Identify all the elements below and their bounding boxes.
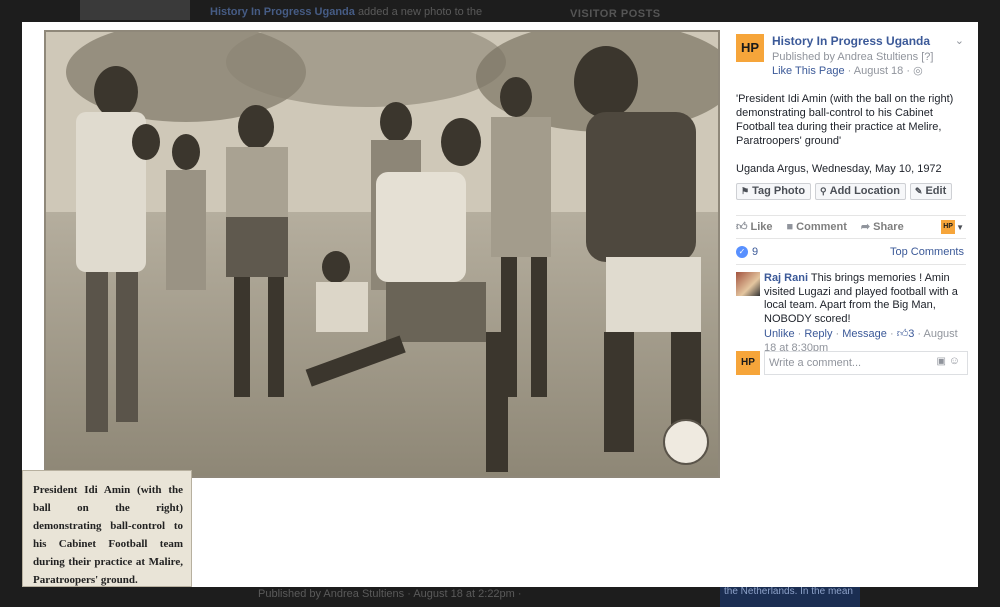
thumbs-up-icon: 👍︎ <box>896 328 909 340</box>
commenter-name[interactable]: Raj Rani <box>764 272 808 284</box>
newspaper-caption: President Idi Amin (with the ball on the… <box>22 470 192 587</box>
photo[interactable]: President Idi Amin (with the ball on the… <box>22 17 736 587</box>
share-label: Share <box>873 221 904 233</box>
pencil-icon: ✎ <box>914 186 923 196</box>
write-comment: HP Write a comment... ▣ ☺ <box>736 351 968 375</box>
post-meta: Like This Page · August 18 · ◎ <box>772 64 923 77</box>
thumbs-up-icon: 👍︎ <box>736 221 748 233</box>
location-pin-icon: ⚲ <box>820 186 827 196</box>
reaction-count: 9 <box>752 246 759 258</box>
like-button[interactable]: 👍︎ Like <box>736 220 773 233</box>
add-location-button[interactable]: ⚲ Add Location <box>815 183 906 200</box>
message-link[interactable]: Message <box>842 328 887 340</box>
commenter-avatar[interactable] <box>736 272 760 296</box>
post-as-selector[interactable]: HP ▼ <box>941 220 964 234</box>
page-name-link[interactable]: History In Progress Uganda <box>772 34 930 48</box>
comment-like-count: 3 <box>908 328 915 340</box>
help-icon[interactable]: [?] <box>921 51 933 63</box>
background-visitor-posts-heading: VISITOR POSTS <box>570 8 661 20</box>
background-post-header: History In Progress Uganda added a new p… <box>210 6 483 18</box>
photo-sidebar: HP History In Progress Uganda Published … <box>730 22 978 587</box>
emoji-icon[interactable]: ☺ <box>949 355 960 367</box>
unlike-link[interactable]: Unlike <box>764 328 795 340</box>
post-date[interactable]: · August 18 · <box>848 65 910 77</box>
background-thumbnail <box>80 0 190 20</box>
caption-text: President Idi Amin (with the ball on the… <box>33 484 183 586</box>
like-label: Like <box>750 221 773 233</box>
published-by-text: Published by Andrea Stultiens <box>772 51 919 63</box>
caret-down-icon: ▼ <box>956 222 964 232</box>
edit-label: Edit <box>925 185 947 197</box>
reaction-summary[interactable]: ✓ 9 <box>736 246 758 258</box>
newspaper-photo <box>44 17 736 478</box>
photo-stage[interactable]: President Idi Amin (with the ball on the… <box>22 17 736 587</box>
background-visitor-post: the Netherlands. In the mean <box>720 585 860 607</box>
chevron-down-icon[interactable]: ⌄ <box>955 34 964 47</box>
comment-likes[interactable]: 👍︎3 <box>897 328 915 340</box>
post-header: HP History In Progress Uganda Published … <box>730 22 978 82</box>
add-location-label: Add Location <box>829 185 900 197</box>
comment-icon: ■ <box>786 220 794 233</box>
share-icon: ➦ <box>860 221 871 233</box>
edit-button[interactable]: ✎ Edit <box>909 183 953 200</box>
ufi-actions: 👍︎ Like ■ Comment ➦ Share <box>736 220 904 234</box>
like-reaction-icon: ✓ <box>736 246 748 258</box>
divider <box>736 238 966 239</box>
divider <box>736 264 966 265</box>
reply-link[interactable]: Reply <box>804 328 832 340</box>
background-post-meta: Published by Andrea Stultiens · August 1… <box>258 588 522 600</box>
football-practice-image <box>46 17 736 476</box>
post-paragraph: Uganda Argus, Wednesday, May 10, 1972 <box>736 163 942 175</box>
share-button[interactable]: ➦ Share <box>861 220 904 233</box>
post-paragraph: 'President Idi Amin (with the ball on th… <box>736 93 954 147</box>
comment-body: Raj Rani This brings memories ! Amin vis… <box>764 272 968 355</box>
comment-button[interactable]: ■ Comment <box>787 221 847 233</box>
camera-icon[interactable]: ▣ <box>937 356 946 367</box>
post-text: 'President Idi Amin (with the ball on th… <box>736 92 968 176</box>
page-avatar[interactable]: HP <box>736 34 764 62</box>
tag-icon: ⚑ <box>741 186 750 196</box>
published-by: Published by Andrea Stultiens [?] <box>772 51 933 63</box>
top-comments-dropdown[interactable]: Top Comments <box>890 246 964 258</box>
tag-photo-label: Tag Photo <box>752 185 806 197</box>
divider <box>736 215 966 216</box>
globe-icon: ◎ <box>913 65 923 77</box>
photo-actions: ⚑ Tag Photo ⚲ Add Location ✎ Edit <box>736 183 953 200</box>
post-as-avatar: HP <box>941 220 956 234</box>
like-this-page-link[interactable]: Like This Page <box>772 65 845 77</box>
comment-label: Comment <box>796 220 847 233</box>
commenter-self-avatar: HP <box>736 351 760 375</box>
tag-photo-button[interactable]: ⚑ Tag Photo <box>736 183 812 200</box>
